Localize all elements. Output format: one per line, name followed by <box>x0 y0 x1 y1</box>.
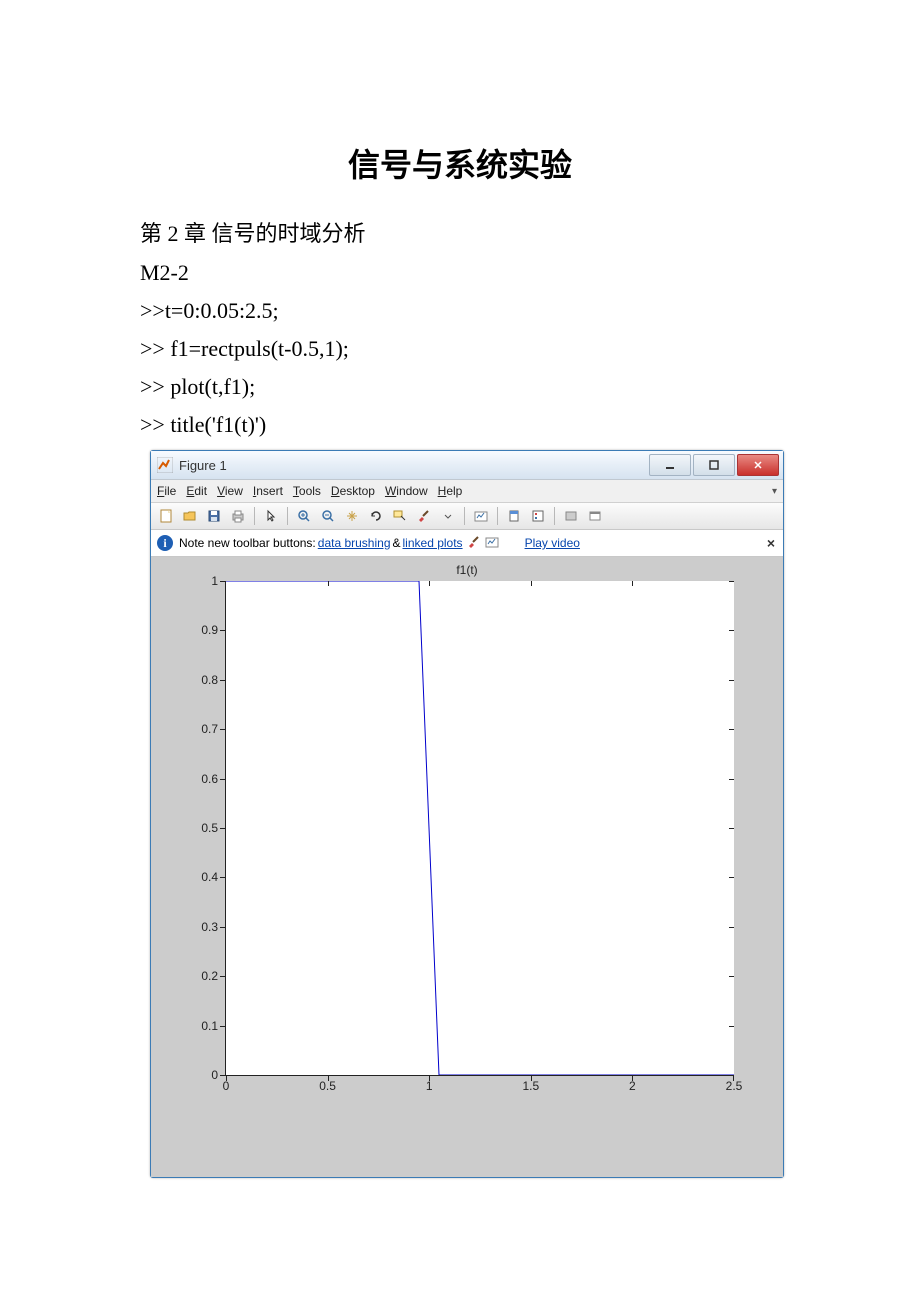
colorbar-icon[interactable] <box>503 505 525 527</box>
new-figure-icon[interactable] <box>155 505 177 527</box>
rotate-icon[interactable] <box>365 505 387 527</box>
pan-icon[interactable] <box>341 505 363 527</box>
plot-line <box>226 581 734 1075</box>
hide-tools-icon[interactable] <box>560 505 582 527</box>
y-tick-label: 0.9 <box>201 623 218 637</box>
y-tick-label: 0.8 <box>201 673 218 687</box>
matlab-icon <box>157 457 173 473</box>
code-line: >> title('f1(t)') <box>140 412 780 438</box>
data-cursor-icon[interactable] <box>389 505 411 527</box>
code-line: M2-2 <box>140 260 780 286</box>
menu-window[interactable]: Window <box>385 484 428 498</box>
y-tick-label: 0.4 <box>201 870 218 884</box>
plot-area: f1(t) www.bdocx.com <box>151 557 783 1177</box>
axes[interactable]: 1 0.9 0.8 0.7 0.6 0.5 0.4 0.3 0.2 0.1 0 … <box>225 581 734 1076</box>
zoom-in-icon[interactable] <box>293 505 315 527</box>
code-line: >>t=0:0.05:2.5; <box>140 298 780 324</box>
brush-dropdown-icon[interactable] <box>437 505 459 527</box>
show-tools-icon[interactable] <box>584 505 606 527</box>
menu-overflow-icon[interactable]: ▾ <box>772 486 777 497</box>
menu-file[interactable]: File <box>157 484 176 498</box>
y-tick-label: 0.5 <box>201 821 218 835</box>
link-small-icon <box>485 535 499 552</box>
save-icon[interactable] <box>203 505 225 527</box>
maximize-button[interactable] <box>693 454 735 476</box>
plot-title: f1(t) <box>155 561 779 577</box>
y-tick-label: 0 <box>211 1068 218 1082</box>
code-line: >> f1=rectpuls(t-0.5,1); <box>140 336 780 362</box>
x-tick-label: 1.5 <box>522 1079 539 1093</box>
toolbar <box>151 503 783 530</box>
infobar-close-icon[interactable]: × <box>767 535 775 551</box>
pointer-icon[interactable] <box>260 505 282 527</box>
infobar-text: Note new toolbar buttons: <box>179 536 316 550</box>
legend-icon[interactable] <box>527 505 549 527</box>
brush-small-icon <box>467 535 481 552</box>
y-tick-label: 0.1 <box>201 1019 218 1033</box>
menu-view[interactable]: View <box>217 484 243 498</box>
close-button[interactable] <box>737 454 779 476</box>
x-tick-label: 0 <box>223 1079 230 1093</box>
x-tick-label: 0.5 <box>319 1079 336 1093</box>
y-tick-label: 0.3 <box>201 920 218 934</box>
menu-edit[interactable]: Edit <box>186 484 207 498</box>
y-tick-label: 0.7 <box>201 722 218 736</box>
data-brushing-link[interactable]: data brushing <box>318 536 391 550</box>
titlebar: Figure 1 <box>151 451 783 480</box>
menu-help[interactable]: Help <box>438 484 463 498</box>
play-video-link[interactable]: Play video <box>525 536 580 550</box>
window-title: Figure 1 <box>179 458 649 473</box>
brush-icon[interactable] <box>413 505 435 527</box>
y-tick-label: 0.6 <box>201 772 218 786</box>
menu-insert[interactable]: Insert <box>253 484 283 498</box>
link-plot-icon[interactable] <box>470 505 492 527</box>
menu-desktop[interactable]: Desktop <box>331 484 375 498</box>
doc-title: 信号与系统实验 <box>140 140 780 186</box>
infobar-amp: & <box>393 536 401 550</box>
x-tick-label: 2 <box>629 1079 636 1093</box>
code-line: >> plot(t,f1); <box>140 374 780 400</box>
infobar: i Note new toolbar buttons: data brushin… <box>151 530 783 557</box>
print-icon[interactable] <box>227 505 249 527</box>
y-tick-label: 1 <box>211 574 218 588</box>
doc-subtitle: 第 2 章 信号的时域分析 <box>140 216 780 248</box>
figure-window: Figure 1 File Edit View Insert Tools Des… <box>150 450 784 1178</box>
x-tick-label: 1 <box>426 1079 433 1093</box>
y-tick-label: 0.2 <box>201 969 218 983</box>
menu-tools[interactable]: Tools <box>293 484 321 498</box>
open-icon[interactable] <box>179 505 201 527</box>
zoom-out-icon[interactable] <box>317 505 339 527</box>
x-tick-label: 2.5 <box>726 1079 743 1093</box>
minimize-button[interactable] <box>649 454 691 476</box>
linked-plots-link[interactable]: linked plots <box>403 536 463 550</box>
info-icon: i <box>157 535 173 551</box>
menubar: File Edit View Insert Tools Desktop Wind… <box>151 480 783 503</box>
